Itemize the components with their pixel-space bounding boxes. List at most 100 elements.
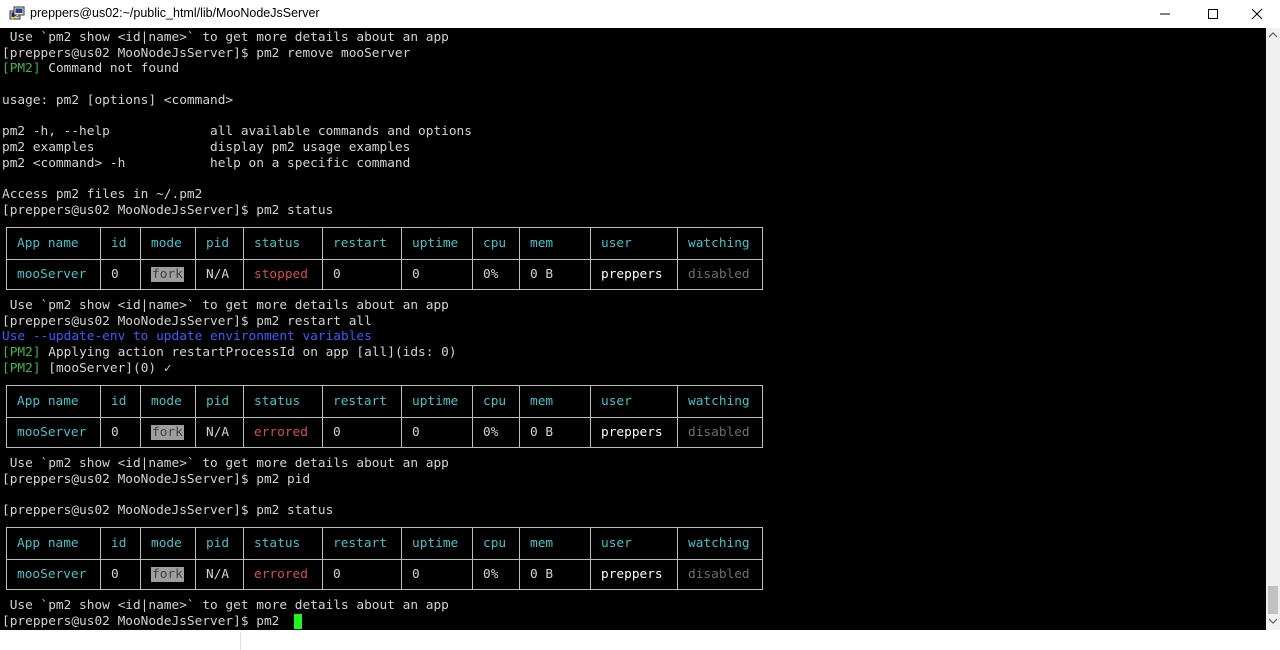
column-header: App name [7,386,101,417]
column-header: user [591,386,678,417]
close-icon [1251,8,1263,20]
status-cell: errored [244,417,323,448]
watching-cell: disabled [688,567,750,582]
column-header: mode [141,528,196,559]
restart-cell: 0 [323,259,402,290]
mode-cell: fork [141,417,196,448]
terminal-line: [preppers@us02 MooNodeJsServer]$ pm2 rem… [2,46,411,61]
mode-badge: fork [151,267,184,282]
terminal-line: Use `pm2 show <id|name>` to get more det… [2,298,449,313]
column-header: cpu [473,528,520,559]
column-header: pid [196,528,244,559]
column-header: watching [688,536,750,551]
scroll-up-arrow-icon[interactable] [1269,32,1277,38]
table-header-row: App name id mode pid status restart upti… [7,228,762,260]
pm2-status-table: App name id mode pid status restart upti… [6,527,763,590]
column-header: cpu [473,386,520,417]
terminal-line-text: Applying action restartProcessId on app … [48,345,457,360]
terminal-line: Use `pm2 show <id|name>` to get more det… [2,456,449,471]
terminal-line: Use --update-env to update environment v… [2,329,372,344]
minimize-button[interactable] [1142,0,1188,28]
terminal-line: [PM2] Command not found [2,61,179,77]
column-header: restart [323,386,402,417]
title-bar[interactable]: preppers@us02:~/public_html/lib/MooNodeJ… [0,0,1280,28]
mem-cell: 0 B [520,417,591,448]
app-name-cell: mooServer [7,259,101,290]
terminal-line: [PM2] Applying action restartProcessId o… [2,345,457,361]
id-cell: 0 [101,559,141,590]
putty-icon [9,6,25,20]
terminal-line: [PM2] [mooServer](0) ✓ [2,361,172,377]
text-cursor [294,614,302,629]
terminal-line: Access pm2 files in ~/.pm2 [2,187,203,202]
column-header: cpu [473,228,520,259]
user-cell: preppers [591,417,678,448]
maximize-icon [1208,9,1218,19]
table-row: mooServer 0 fork N/A errored 0 0 0% 0 B … [7,559,762,590]
status-cell: errored [244,559,323,590]
status-cell: stopped [244,259,323,290]
column-header: mem [520,528,591,559]
scrollbar-thumb[interactable] [1268,586,1278,614]
mode-cell: fork [141,259,196,290]
column-header: App name [7,528,101,559]
cpu-cell: 0% [473,417,520,448]
column-header: id [101,228,141,259]
pm2-tag: [PM2] [2,345,41,360]
pm2-status-table: App name id mode pid status restart upti… [6,227,763,290]
column-header: mode [141,228,196,259]
column-header: user [591,528,678,559]
column-header: mem [520,386,591,417]
column-header: uptime [402,528,473,559]
terminal-line: pm2 examples display pm2 usage examples [2,140,411,155]
maximize-button[interactable] [1190,0,1236,28]
uptime-cell: 0 [402,559,473,590]
pm2-status-table: App name id mode pid status restart upti… [6,385,763,448]
pid-cell: N/A [196,559,244,590]
terminal-line: [preppers@us02 MooNodeJsServer]$ pm2 sta… [2,503,334,518]
restart-cell: 0 [323,417,402,448]
scroll-down-arrow-icon[interactable] [1269,618,1277,624]
terminal-output[interactable]: Use `pm2 show <id|name>` to get more det… [0,28,1266,630]
minimize-icon [1160,13,1170,15]
mode-badge: fork [151,425,184,440]
watching-cell: disabled [688,425,750,440]
uptime-cell: 0 [402,417,473,448]
app-name-cell: mooServer [7,559,101,590]
window-title: preppers@us02:~/public_html/lib/MooNodeJ… [30,6,320,20]
vertical-scrollbar[interactable] [1266,28,1280,630]
terminal-line: [preppers@us02 MooNodeJsServer]$ pm2 pid [2,472,311,487]
close-button[interactable] [1234,0,1280,28]
app-name-cell: mooServer [7,417,101,448]
user-cell: preppers [591,559,678,590]
terminal-line: pm2 -h, --help all available commands an… [2,124,472,139]
table-row: mooServer 0 fork N/A stopped 0 0 0% 0 B … [7,259,762,290]
column-header: watching [688,236,750,251]
mem-cell: 0 B [520,259,591,290]
mode-badge: fork [151,567,184,582]
divider [240,632,241,650]
column-header: App name [7,228,101,259]
column-header: id [101,528,141,559]
window-bottom-edge [0,630,1280,650]
pm2-tag: [PM2] [2,361,41,376]
mem-cell: 0 B [520,559,591,590]
column-header: uptime [402,228,473,259]
terminal-line-text: [mooServer](0) ✓ [48,361,172,376]
column-header: id [101,386,141,417]
terminal-line-text: Command not found [48,61,180,76]
pid-cell: N/A [196,417,244,448]
terminal-prompt-line[interactable]: [preppers@us02 MooNodeJsServer]$ pm2 [2,614,287,630]
terminal-line: [preppers@us02 MooNodeJsServer]$ pm2 res… [2,314,372,329]
terminal-line: [preppers@us02 MooNodeJsServer]$ pm2 sta… [2,203,334,218]
watching-cell: disabled [688,267,750,282]
column-header: status [244,386,323,417]
column-header: restart [323,228,402,259]
id-cell: 0 [101,259,141,290]
terminal-line: Use `pm2 show <id|name>` to get more det… [2,30,449,45]
table-row: mooServer 0 fork N/A errored 0 0 0% 0 B … [7,417,762,448]
terminal-line: pm2 <command> -h help on a specific comm… [2,156,411,171]
column-header: watching [688,394,750,409]
column-header: mode [141,386,196,417]
id-cell: 0 [101,417,141,448]
